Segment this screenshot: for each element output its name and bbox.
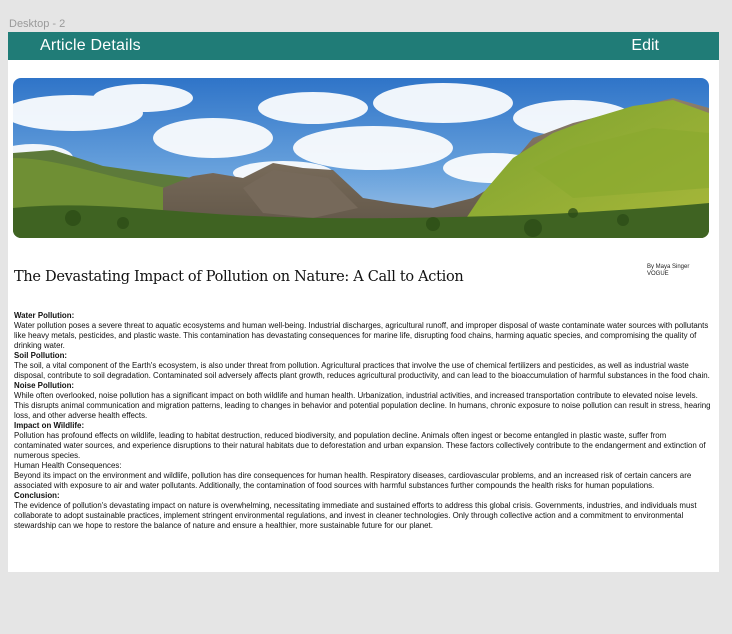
byline-author: By Maya Singer (647, 264, 690, 270)
top-app-bar: Article Details Edit (8, 32, 719, 60)
article-title: The Devastating Impact of Pollution on N… (14, 269, 464, 285)
article-details-frame: Article Details Edit By Maya Singer VOGU… (8, 32, 719, 572)
section-heading: Noise Pollution: (14, 381, 75, 390)
section-heading: Water Pollution: (14, 311, 75, 320)
section-text: Pollution has profound effects on wildli… (14, 431, 706, 460)
article-body: Water Pollution: Water pollution poses a… (14, 311, 714, 531)
hero-image (13, 78, 709, 238)
section-text: Water pollution poses a severe threat to… (14, 321, 709, 350)
section-heading: Conclusion: (14, 491, 60, 500)
section-text: The evidence of pollution's devastating … (14, 501, 697, 530)
edit-button[interactable]: Edit (631, 37, 659, 55)
mountain-landscape-image (13, 78, 709, 238)
section-heading: Soil Pollution: (14, 351, 68, 360)
article-byline: By Maya Singer VOGUE (647, 264, 689, 278)
page-title: Article Details (40, 37, 141, 54)
section-heading: Impact on Wildlife: (14, 421, 85, 430)
frame-label: Desktop - 2 (9, 18, 66, 30)
section-text: Beyond its impact on the environment and… (14, 471, 692, 490)
section-text: While often overlooked, noise pollution … (14, 391, 711, 420)
byline-source: VOGUE (647, 271, 669, 277)
section-text: The soil, a vital component of the Earth… (14, 361, 710, 380)
section-heading: Human Health Consequences: (14, 461, 122, 470)
